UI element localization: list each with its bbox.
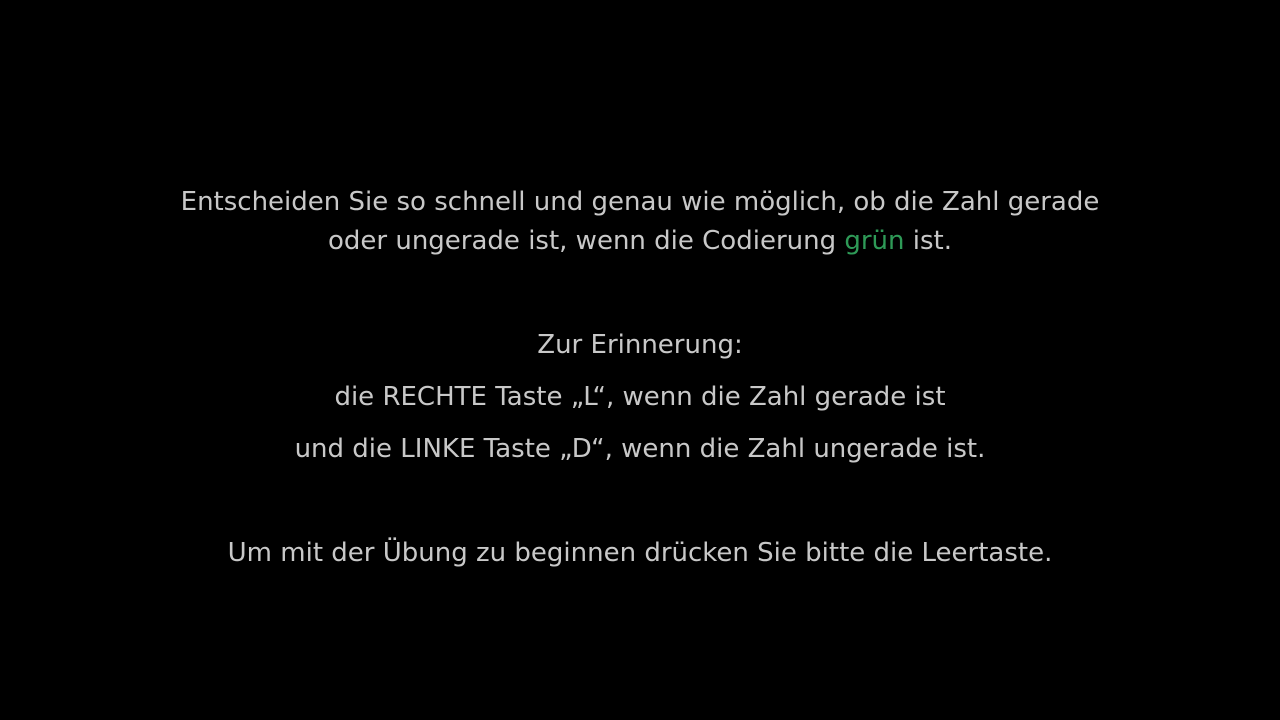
reminder-heading: Zur Erinnerung: xyxy=(537,330,743,360)
reminder-left-key: und die LINKE Taste „D“, wenn die Zahl u… xyxy=(294,434,986,464)
instruction-line-1: Entscheiden Sie so schnell und genau wie… xyxy=(180,187,1100,217)
instruction-line-2-end: ist. xyxy=(904,226,953,256)
instruction-line-2-start: oder ungerade ist, wenn die Codierung xyxy=(327,226,845,256)
reminder-right-key: die RECHTE Taste „L“, wenn die Zahl gera… xyxy=(334,382,946,412)
start-prompt: Um mit der Übung zu beginnen drücken Sie… xyxy=(227,538,1053,568)
color-cue-word: grün xyxy=(844,226,905,256)
instruction-line-2: oder ungerade ist, wenn die Codierung gr… xyxy=(0,223,1280,259)
instruction-screen: Entscheiden Sie so schnell und genau wie… xyxy=(0,0,1280,720)
